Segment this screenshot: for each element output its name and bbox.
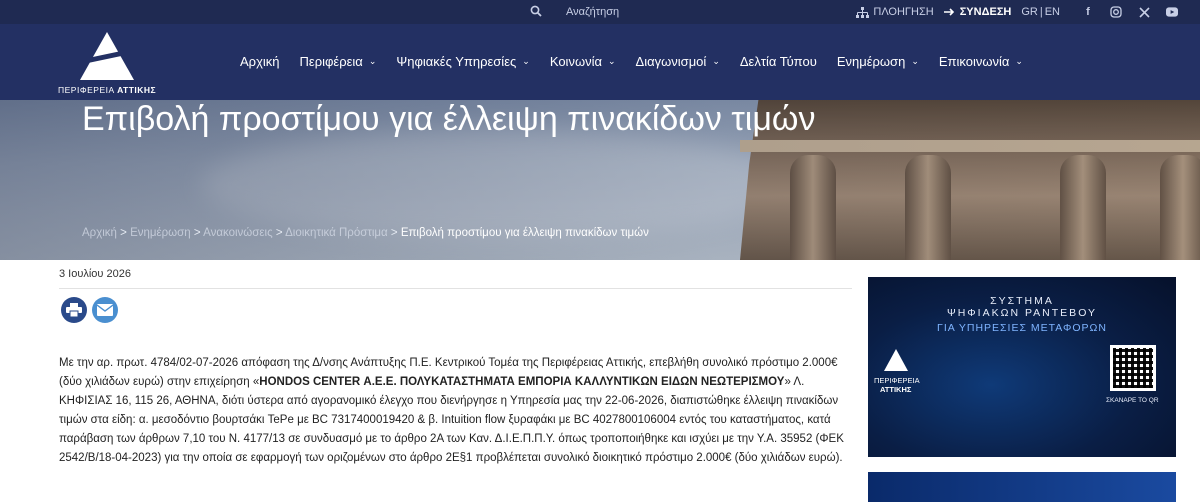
secondary-banner[interactable] <box>868 472 1176 502</box>
banner-logo-prefix: ΠΕΡΙΦΕΡΕΙΑ <box>874 376 920 385</box>
divider <box>59 288 852 289</box>
chevron-down-icon: ⌄ <box>608 56 616 66</box>
breadcrumb-separator: > <box>116 227 131 239</box>
instagram-icon[interactable] <box>1110 6 1122 18</box>
menu-item-contact[interactable]: Επικοινωνία ⌄ <box>939 54 1023 69</box>
breadcrumb-news[interactable]: Ενημέρωση <box>130 227 191 239</box>
chevron-down-icon: ⌄ <box>1015 56 1023 66</box>
qr-label: ΣΚΑΝΑΡΕ ΤΟ QR <box>1106 397 1159 404</box>
logo-prefix: ΠΕΡΙΦΕΡΕΙΑ <box>58 85 115 95</box>
menu-label: Ενημέρωση <box>836 54 906 69</box>
menu-label: Διαγωνισμοί <box>635 54 707 69</box>
top-bar: Αναζήτηση ΠΛΟΗΓΗΣΗ ΣΥΝΔΕΣΗ GR | EN f <box>0 0 1200 24</box>
breadcrumb-home[interactable]: Αρχική <box>82 227 117 239</box>
chevron-down-icon: ⌄ <box>712 56 720 66</box>
facebook-icon[interactable]: f <box>1082 6 1094 18</box>
banner-line-1: ΣΥΣΤΗΜΑ <box>990 295 1054 307</box>
youtube-icon[interactable] <box>1166 6 1178 18</box>
menu-item-society[interactable]: Κοινωνία ⌄ <box>550 54 616 69</box>
menu-item-news[interactable]: Ενημέρωση ⌄ <box>837 54 919 69</box>
site-logo[interactable]: ΠΕΡΙΦΕΡΕΙΑ ΑΤΤΙΚΗΣ <box>58 28 162 98</box>
logo-name: ΑΤΤΙΚΗΣ <box>117 85 157 95</box>
sitemap-label: ΠΛΟΗΓΗΣΗ <box>873 6 934 18</box>
mail-icon <box>97 304 113 316</box>
menu-item-region[interactable]: Περιφέρεια ⌄ <box>300 54 377 69</box>
login-label: ΣΥΝΔΕΣΗ <box>959 6 1012 18</box>
print-button[interactable] <box>61 297 87 323</box>
menu-item-press-releases[interactable]: Δελτία Τύπου <box>740 54 817 69</box>
printer-icon <box>66 303 82 317</box>
chevron-down-icon: ⌄ <box>911 56 919 66</box>
article-text: » Λ. ΚΗΦΙΣΙΑΣ 16, 115 26, ΑΘΗΝΑ, διότι ύ… <box>59 376 844 464</box>
article-company: HONDOS CENTER Α.Ε.Ε. ΠΟΛΥΚΑΤΑΣΤΗΜΑΤΑ ΕΜΠ… <box>259 376 785 388</box>
breadcrumb: Αρχική > Ενημέρωση > Ανακοινώσεις > Διοι… <box>82 227 649 239</box>
menu-label: Περιφέρεια <box>299 54 363 69</box>
breadcrumb-fines[interactable]: Διοικητικά Πρόστιμα <box>285 227 388 239</box>
menu-label: Αρχική <box>240 54 280 69</box>
article-date: 3 Ιουλίου 2026 <box>59 268 131 280</box>
lang-gr[interactable]: GR <box>1021 6 1038 18</box>
article-body: Με την αρ. πρωτ. 4784/02-07-2026 απόφαση… <box>59 354 859 468</box>
breadcrumb-separator: > <box>272 227 286 239</box>
menu-label: Ψηφιακές Υπηρεσίες <box>396 54 517 69</box>
language-switcher: GR | EN <box>1021 6 1060 18</box>
qr-code-icon <box>1110 345 1156 391</box>
logo-label: ΠΕΡΙΦΕΡΕΙΑ ΑΤΤΙΚΗΣ <box>58 85 156 95</box>
email-button[interactable] <box>92 297 118 323</box>
breadcrumb-separator: > <box>387 227 401 239</box>
sitemap-icon <box>856 6 870 18</box>
menu-label: Δελτία Τύπου <box>739 54 817 69</box>
appointments-banner[interactable]: ΣΥΣΤΗΜΑ ΨΗΦΙΑΚΩΝ ΡΑΝΤΕΒΟΥ ΓΙΑ ΥΠΗΡΕΣΙΕΣ … <box>868 277 1176 457</box>
breadcrumb-announcements[interactable]: Ανακοινώσεις <box>203 227 272 239</box>
sitemap-link[interactable]: ΠΛΟΗΓΗΣΗ <box>856 6 934 18</box>
login-link[interactable]: ΣΥΝΔΕΣΗ <box>943 6 1012 18</box>
banner-line-2: ΨΗΦΙΑΚΩΝ ΡΑΝΤΕΒΟΥ <box>946 307 1098 319</box>
banner-logo-name: ΑΤΤΙΚΗΣ <box>880 385 912 394</box>
lang-separator: | <box>1039 6 1043 18</box>
chevron-down-icon: ⌄ <box>522 56 530 66</box>
banner-line-3: ΓΙΑ ΥΠΗΡΕΣΙΕΣ ΜΕΤΑΦΟΡΩΝ <box>937 322 1107 334</box>
breadcrumb-separator: > <box>190 227 204 239</box>
search-label[interactable]: Αναζήτηση <box>566 6 619 18</box>
search-icon <box>530 5 542 17</box>
menu-label: Επικοινωνία <box>938 54 1010 69</box>
menu-item-digital-services[interactable]: Ψηφιακές Υπηρεσίες ⌄ <box>396 54 529 69</box>
banner-logo-icon <box>884 349 908 371</box>
hero-banner: Επιβολή προστίμου για έλλειψη πινακίδων … <box>0 100 1200 260</box>
chevron-down-icon: ⌄ <box>368 56 377 66</box>
breadcrumb-current: Επιβολή προστίμου για έλλειψη πινακίδων … <box>400 227 649 239</box>
main-navbar: ΠΕΡΙΦΕΡΕΙΑ ΑΤΤΙΚΗΣ Αρχική Περιφέρεια ⌄ Ψη… <box>0 24 1200 100</box>
page-title: Επιβολή προστίμου για έλλειψη πινακίδων … <box>82 100 816 138</box>
login-icon <box>943 8 954 16</box>
x-icon[interactable] <box>1138 6 1150 18</box>
menu-item-home[interactable]: Αρχική <box>240 54 280 69</box>
menu-label: Κοινωνία <box>549 54 602 69</box>
search-button[interactable] <box>530 5 542 17</box>
menu-item-tenders[interactable]: Διαγωνισμοί ⌄ <box>636 54 720 69</box>
main-menu: Αρχική Περιφέρεια ⌄ Ψηφιακές Υπηρεσίες ⌄ Κ… <box>240 54 1043 69</box>
lang-en[interactable]: EN <box>1045 6 1060 18</box>
